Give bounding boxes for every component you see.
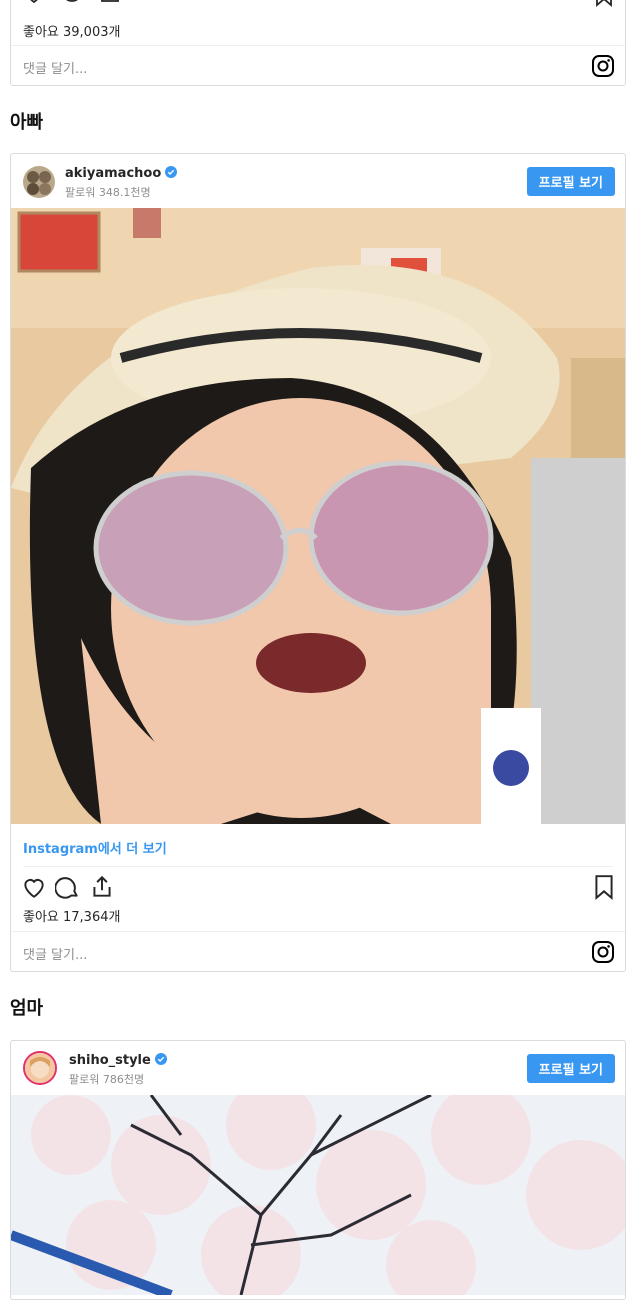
heart-icon[interactable] (21, 874, 47, 900)
share-icon[interactable] (89, 874, 115, 900)
followers-count: 팔로워 348.1천명 (65, 186, 151, 199)
likes-count: 좋아요 17,364개 (23, 910, 121, 925)
username-text[interactable]: shiho_style (69, 1053, 151, 1068)
username[interactable]: shiho_style (69, 1053, 167, 1068)
verified-badge-icon (154, 1053, 167, 1065)
post-card-dad: akiyamachoo 팔로워 348.1천명 프로필 보기 Instagram… (10, 153, 626, 972)
comment-icon[interactable] (59, 0, 85, 5)
instagram-icon[interactable] (591, 940, 615, 964)
comment-input[interactable]: 댓글 달기... (23, 58, 87, 77)
instagram-icon[interactable] (591, 54, 615, 78)
top-post-card: 좋아요 39,003개 댓글 달기... (10, 0, 626, 86)
share-icon[interactable] (97, 0, 123, 5)
followers-count: 팔로워 786천명 (69, 1073, 145, 1086)
section-title-mom: 엄마 (10, 998, 44, 1019)
comment-row[interactable]: 댓글 달기... (11, 931, 625, 972)
likes-count: 좋아요 39,003개 (23, 25, 121, 40)
comment-input[interactable]: 댓글 달기... (23, 944, 87, 963)
username-text[interactable]: akiyamachoo (65, 166, 161, 181)
comment-icon[interactable] (55, 874, 81, 900)
view-profile-button[interactable]: 프로필 보기 (526, 1054, 615, 1083)
bookmark-icon[interactable] (593, 874, 615, 900)
username[interactable]: akiyamachoo (65, 166, 178, 181)
avatar[interactable] (23, 1051, 57, 1085)
post-header: akiyamachoo 팔로워 348.1천명 프로필 보기 (11, 154, 625, 207)
bookmark-icon[interactable] (593, 0, 615, 7)
avatar[interactable] (23, 166, 55, 198)
post-photo[interactable] (11, 1095, 625, 1295)
post-card-mom: shiho_style 팔로워 786천명 프로필 보기 (10, 1040, 626, 1300)
post-photo[interactable] (11, 208, 625, 824)
view-profile-button[interactable]: 프로필 보기 (526, 167, 615, 196)
post-actions (21, 874, 615, 902)
post-header: shiho_style 팔로워 786천명 프로필 보기 (11, 1041, 625, 1094)
post-actions (21, 0, 615, 11)
heart-icon[interactable] (21, 0, 47, 5)
more-on-instagram-link[interactable]: Instagram에서 더 보기 (23, 838, 167, 857)
verified-badge-icon (165, 166, 178, 178)
divider (23, 866, 613, 867)
section-title-dad: 아빠 (10, 112, 44, 133)
comment-row[interactable]: 댓글 달기... (11, 45, 625, 86)
